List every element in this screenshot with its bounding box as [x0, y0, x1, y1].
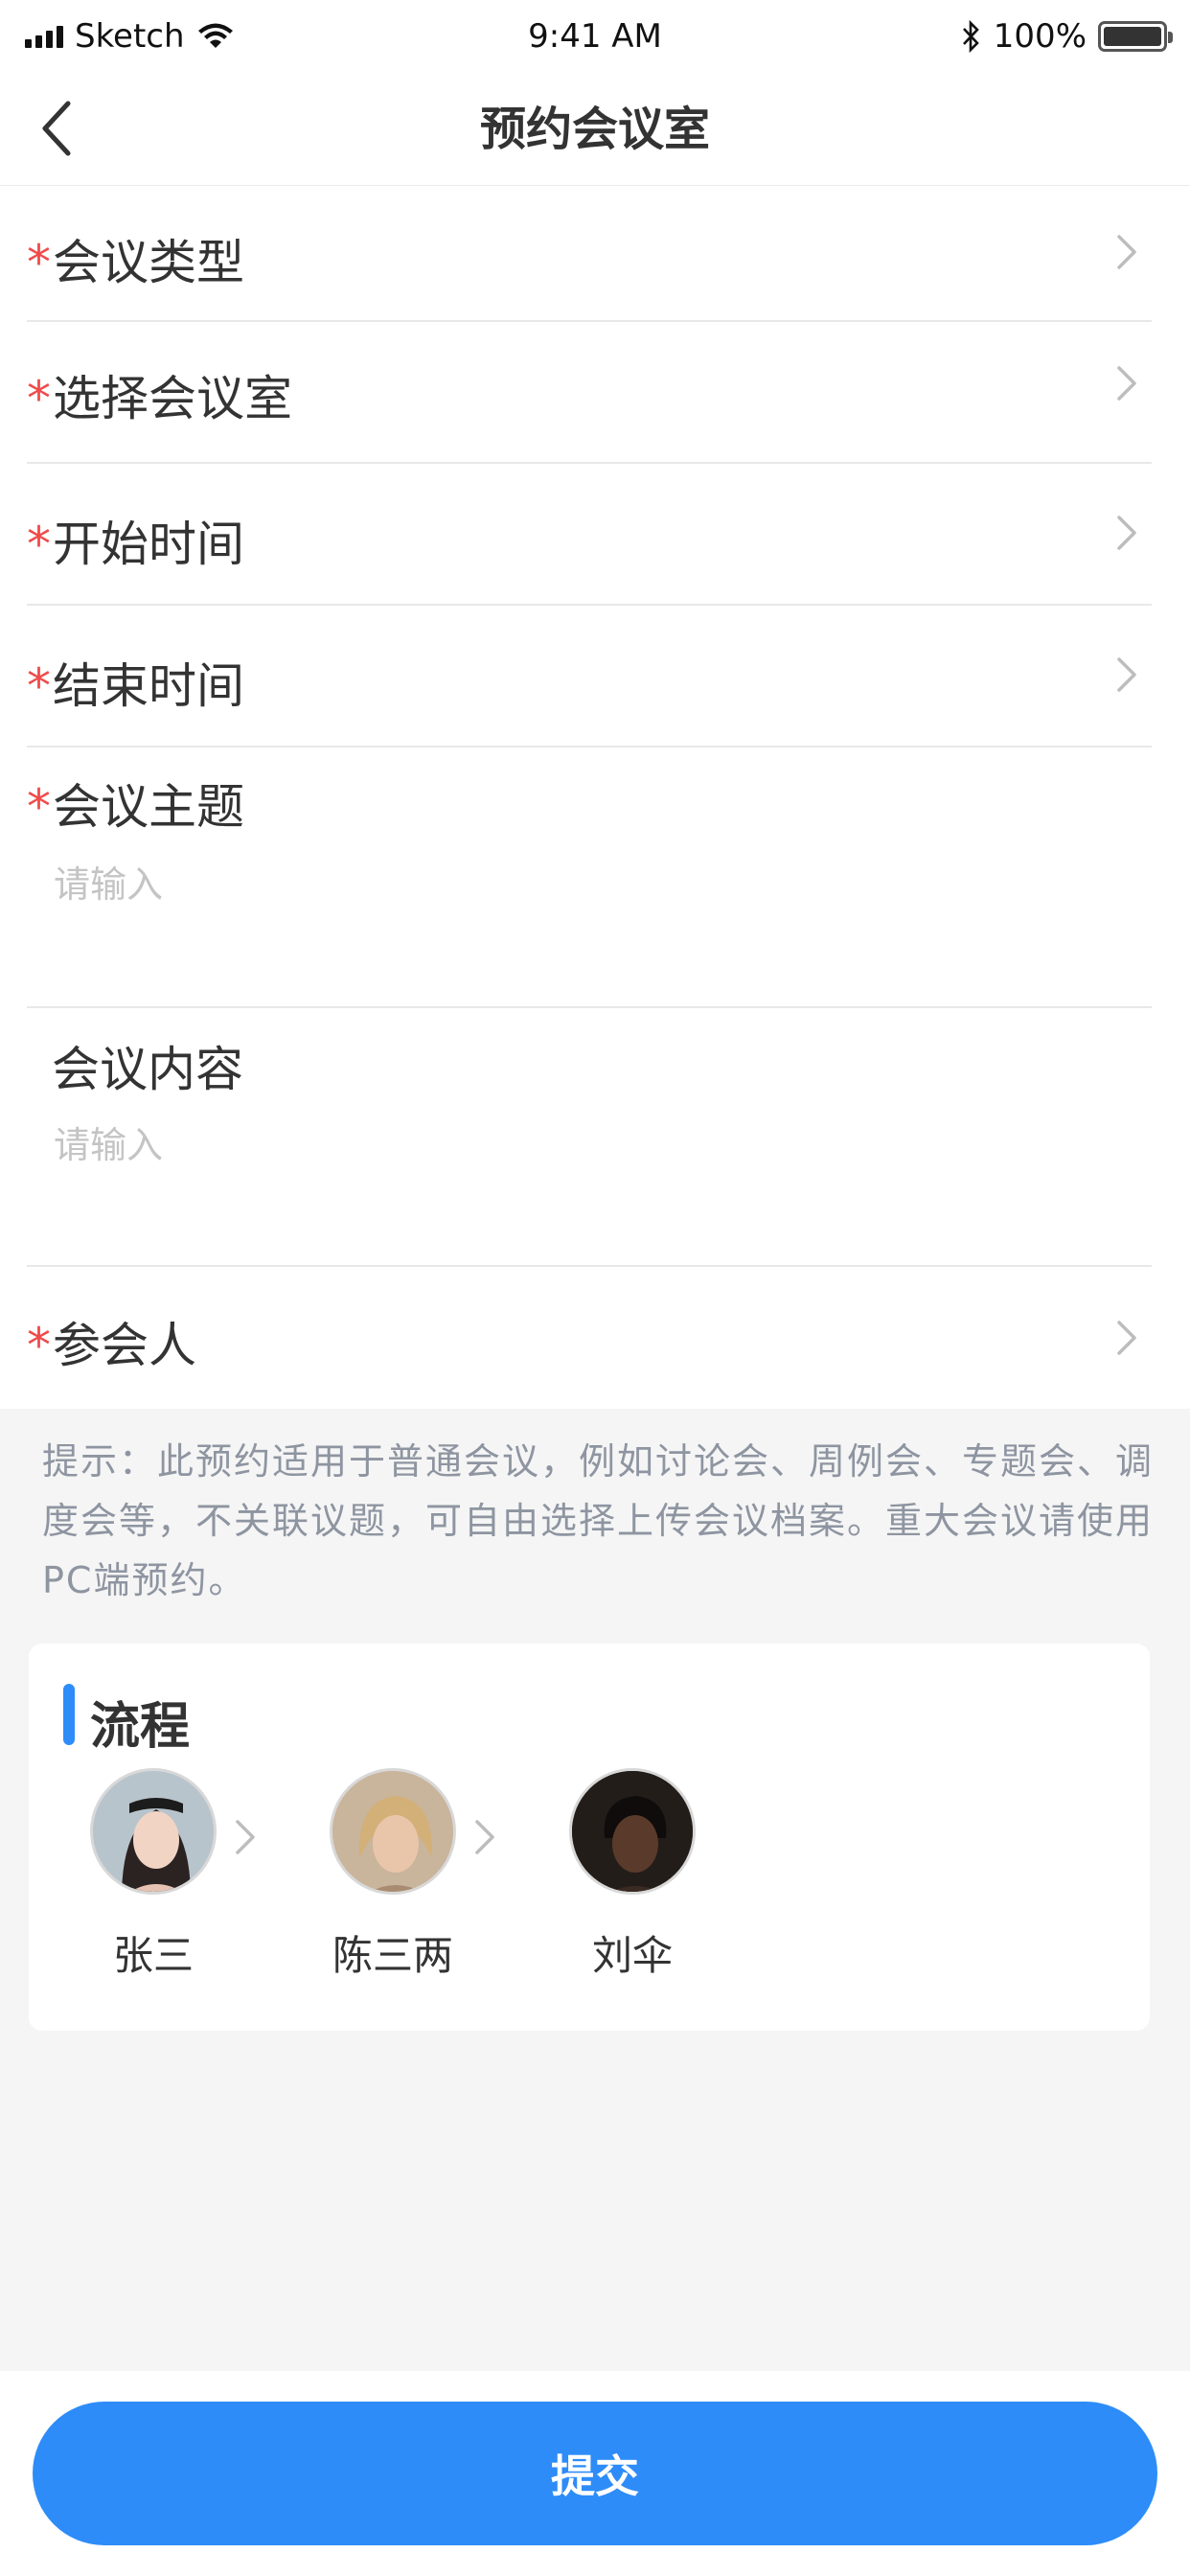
- end-time-row[interactable]: *结束时间: [27, 606, 1152, 748]
- attendees-label: *参会人: [27, 1318, 196, 1373]
- status-bar: Sketch 9:41 AM 100%: [0, 0, 1190, 73]
- subject-label: *会议主题: [27, 779, 244, 835]
- start-time-row[interactable]: *开始时间: [27, 464, 1152, 606]
- flow-title: 流程: [90, 1698, 191, 1756]
- meeting-type-label: *会议类型: [27, 235, 244, 290]
- nav-bar: 预约会议室: [0, 73, 1190, 186]
- chevron-right-icon: [1117, 366, 1136, 401]
- battery-level: [1104, 27, 1161, 46]
- required-mark: *: [27, 1318, 51, 1373]
- required-mark: *: [27, 371, 51, 426]
- avatar: [569, 1768, 696, 1895]
- meeting-room-label: *选择会议室: [27, 371, 292, 426]
- chevron-right-icon: [1117, 235, 1136, 269]
- chevron-right-icon: [475, 1820, 494, 1854]
- back-button[interactable]: [27, 92, 84, 165]
- end-time-label: *结束时间: [27, 658, 244, 714]
- chevron-right-icon: [1117, 657, 1136, 692]
- required-mark: *: [27, 779, 51, 835]
- chevron-right-icon: [236, 1820, 255, 1854]
- chevron-right-icon: [1117, 1321, 1136, 1355]
- booking-form: *会议类型 *选择会议室 *开始时间 *结束时间 *会议主题 请输入 会议内容 …: [0, 186, 1190, 1409]
- person-name: 刘伞: [591, 1932, 673, 1979]
- attendees-row[interactable]: *参会人: [27, 1267, 1152, 1409]
- status-time: 9:41 AM: [528, 17, 662, 56]
- content-input[interactable]: 请输入: [54, 1116, 163, 1168]
- required-mark: *: [27, 658, 51, 714]
- required-mark: *: [27, 235, 51, 290]
- subject-input[interactable]: 请输入: [54, 855, 163, 908]
- subject-row: *会议主题 请输入: [27, 748, 1152, 1008]
- battery-icon: [1098, 21, 1173, 52]
- meeting-type-row[interactable]: *会议类型: [27, 186, 1152, 322]
- content-row: 会议内容 请输入: [27, 1008, 1152, 1267]
- person-name: 张三: [112, 1932, 194, 1979]
- required-mark: *: [27, 517, 51, 572]
- flow-person[interactable]: 张三: [57, 1768, 249, 1982]
- person-name: 陈三两: [332, 1932, 453, 1979]
- flow-person[interactable]: 陈三两: [297, 1768, 489, 1982]
- meeting-room-row[interactable]: *选择会议室: [27, 322, 1152, 464]
- content-label: 会议内容: [52, 1042, 243, 1097]
- avatar: [90, 1768, 217, 1895]
- flow-accent-bar: [63, 1684, 75, 1745]
- bottom-bar: 提交: [0, 2371, 1190, 2576]
- chevron-left-icon: [42, 101, 71, 156]
- page-title: 预约会议室: [479, 103, 710, 156]
- avatar: [330, 1768, 456, 1895]
- submit-button[interactable]: 提交: [33, 2402, 1157, 2545]
- flow-person[interactable]: 刘伞: [537, 1768, 728, 1982]
- start-time-label: *开始时间: [27, 517, 244, 572]
- chevron-right-icon: [1117, 516, 1136, 550]
- tip-text: 提示：此预约适用于普通会议，例如讨论会、周例会、专题会、调度会等，不关联议题，可…: [42, 1440, 1155, 1601]
- flow-card: 流程 张三 陈三两 刘伞: [29, 1644, 1150, 2031]
